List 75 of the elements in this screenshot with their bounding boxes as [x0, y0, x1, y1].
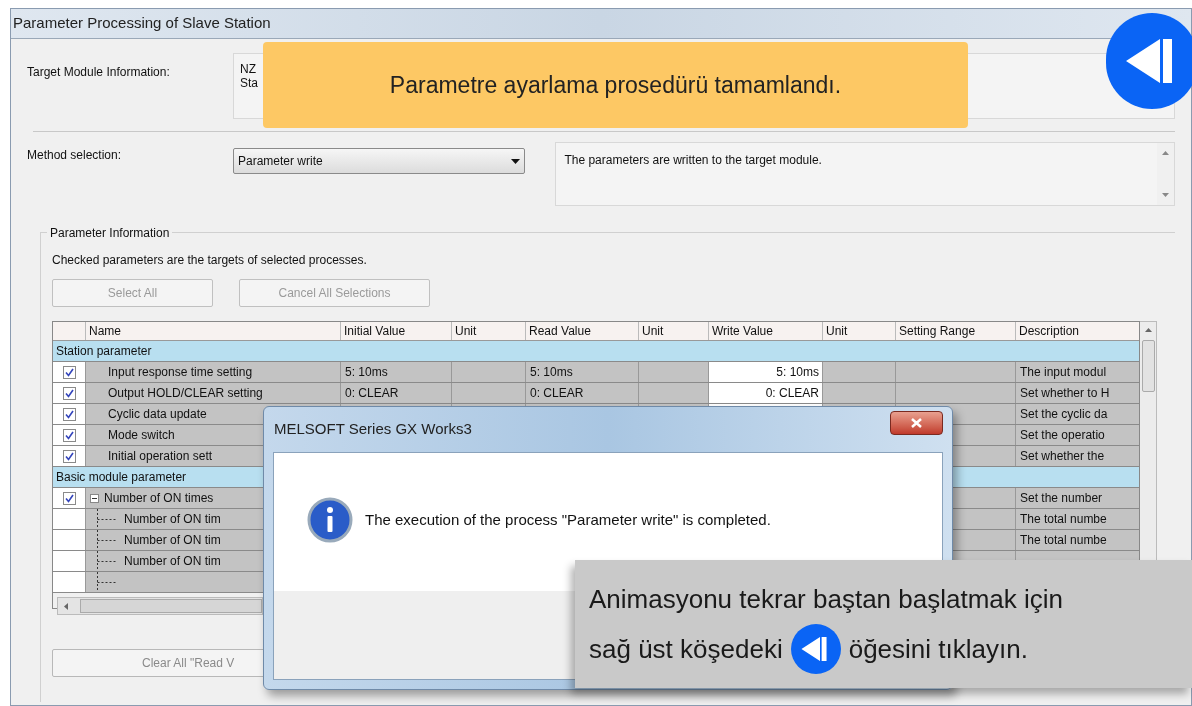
checkbox[interactable] [62, 365, 76, 379]
field-label: Method selection: [27, 147, 123, 164]
table-cell: 5: 10ms [341, 362, 452, 382]
checkmark-icon [64, 388, 74, 398]
skip-back-icon [1126, 39, 1172, 83]
parameter-name: Number of ON tim [124, 511, 221, 528]
field-label: Target Module Information: [27, 64, 171, 81]
table-cell: Set the number [1016, 488, 1139, 508]
table-cell: The input modul [1016, 362, 1139, 382]
hint-text: öğesini tıklayın. [848, 633, 1028, 666]
column-header: Unit [639, 322, 709, 340]
dialog-message: The execution of the process "Parameter write" is completed. [365, 509, 771, 530]
checkbox[interactable] [62, 407, 76, 421]
checkbox[interactable] [62, 449, 76, 463]
dropdown-value: Parameter write [238, 153, 323, 170]
banner-text: Parametre ayarlama prosedürü tamamlandı. [389, 70, 842, 100]
skip-back-icon [790, 624, 841, 674]
module-info-text: NZ [240, 62, 256, 76]
hint-text: Animasyonu tekrar baştan başlatmak için [589, 583, 1064, 616]
table-cell: Set the operatio [1016, 425, 1139, 445]
checkbox[interactable] [62, 491, 76, 505]
tree-connector [96, 551, 116, 571]
column-header: Name [86, 322, 341, 340]
column-header: Unit [823, 322, 896, 340]
tree-connector [96, 509, 116, 529]
method-dropdown[interactable]: Parameter write [233, 148, 526, 174]
close-button[interactable] [890, 410, 943, 435]
scroll-down-icon[interactable] [1162, 193, 1169, 197]
column-header: Initial Value [341, 322, 452, 340]
scroll-up-icon[interactable] [1162, 151, 1169, 155]
table-cell[interactable]: 0: CLEAR [709, 383, 823, 403]
table-cell: Set whether to H [1016, 383, 1139, 403]
table-cell: 0: CLEAR [526, 383, 639, 403]
minus-icon [92, 497, 97, 499]
dropdown-caret-icon [511, 158, 521, 164]
column-header: Read Value [526, 322, 639, 340]
scroll-left-icon[interactable] [64, 602, 68, 610]
column-header: Write Value [709, 322, 823, 340]
table-cell [639, 362, 709, 382]
table-cell: Set the cyclic da [1016, 404, 1139, 424]
parameter-name: Number of ON tim [124, 553, 221, 570]
tree-connector [96, 572, 116, 592]
scroll-up-icon[interactable] [1144, 328, 1152, 332]
checkmark-icon [64, 493, 74, 503]
table-cell [639, 383, 709, 403]
checkbox[interactable] [62, 386, 76, 400]
checkmark-icon [64, 430, 74, 440]
hint-text: sağ üst köşedeki [589, 633, 783, 666]
table-cell: Set whether the [1016, 446, 1139, 466]
parameter-name: Output HOLD/CLEAR setting [86, 383, 341, 403]
table-cell: The total numbe [1016, 509, 1139, 529]
table-cell: 5: 10ms [526, 362, 639, 382]
parameter-name: Number of ON times [104, 490, 214, 507]
window-title: Parameter Processing of Slave Station [13, 13, 271, 34]
scrollbar-thumb[interactable] [1141, 340, 1155, 392]
table-cell: 0: CLEAR [341, 383, 452, 403]
table-cell: The total numbe [1016, 530, 1139, 550]
tree-connector [96, 530, 116, 550]
scrollbar-thumb[interactable] [80, 599, 262, 613]
module-info-text: Sta [240, 76, 258, 90]
collapse-toggle[interactable] [90, 493, 99, 503]
column-header: Unit [452, 322, 526, 340]
checkbox[interactable] [62, 428, 76, 442]
close-icon [911, 417, 922, 428]
info-icon [307, 497, 353, 543]
parameter-name: Input response time setting [86, 362, 341, 382]
method-description: The parameters are written to the target module. [563, 152, 822, 169]
column-header: Setting Range [896, 322, 1016, 340]
group-header: Station parameter [53, 341, 1139, 362]
checkmark-icon [64, 451, 74, 461]
checkmark-icon [64, 367, 74, 377]
checkmark-icon [64, 409, 74, 419]
parameter-name: Number of ON tim [124, 532, 221, 549]
table-cell[interactable]: 5: 10ms [709, 362, 823, 382]
instruction-text: Checked parameters are the targets of selected processes. [52, 252, 368, 269]
